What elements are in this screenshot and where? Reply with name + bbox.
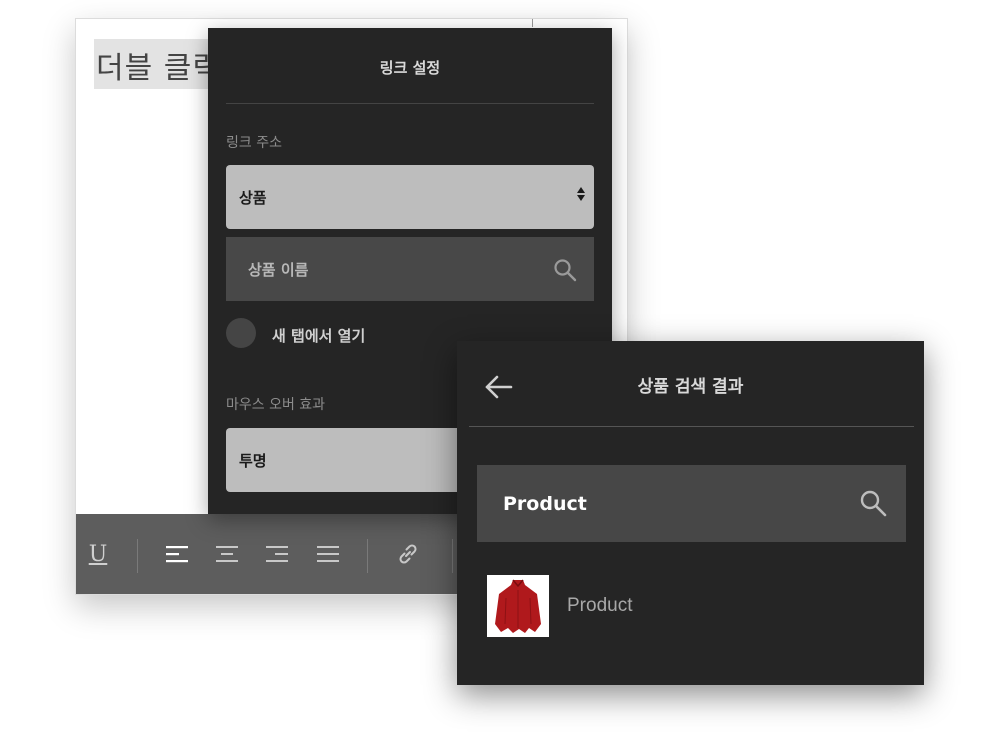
toolbar-divider — [137, 539, 138, 573]
link-type-select[interactable]: 상품 — [226, 165, 594, 229]
align-right-icon — [266, 546, 288, 562]
red-poncho-icon — [495, 579, 541, 633]
new-tab-toggle[interactable] — [226, 318, 256, 348]
results-divider — [469, 426, 914, 427]
new-tab-label: 새 탭에서 열기 — [272, 327, 366, 345]
link-icon — [399, 544, 417, 564]
align-justify-icon — [317, 546, 339, 562]
search-icon[interactable] — [552, 257, 578, 283]
list-item[interactable]: Product — [487, 575, 897, 637]
product-name-placeholder: 상품 이름 — [248, 260, 309, 279]
align-justify-button[interactable] — [314, 514, 342, 594]
hover-effect-label: 마우스 오버 효과 — [226, 397, 326, 413]
link-button[interactable] — [394, 514, 422, 594]
product-search-input[interactable]: Product — [477, 465, 906, 542]
align-center-button[interactable] — [213, 514, 241, 594]
hover-effect-value: 투명 — [239, 451, 267, 470]
toolbar-divider — [367, 539, 368, 573]
search-icon[interactable] — [858, 488, 888, 518]
panel-title: 링크 설정 — [379, 59, 441, 77]
underline-icon: U — [88, 541, 108, 567]
link-type-value: 상품 — [239, 188, 267, 207]
link-address-label: 링크 주소 — [226, 135, 282, 151]
select-arrows-icon — [577, 187, 585, 201]
product-name-search-input[interactable]: 상품 이름 — [226, 237, 594, 301]
align-right-button[interactable] — [263, 514, 291, 594]
panel-divider — [226, 103, 594, 104]
underline-button[interactable]: U — [84, 514, 112, 594]
result-name: Product — [567, 595, 633, 616]
align-center-icon — [216, 546, 238, 562]
editor-caret — [532, 19, 533, 27]
product-thumbnail — [487, 575, 549, 637]
align-left-button[interactable] — [163, 514, 191, 594]
search-query: Product — [503, 492, 587, 515]
align-left-icon — [166, 546, 188, 563]
results-title: 상품 검색 결과 — [637, 377, 744, 397]
toolbar-divider — [452, 539, 453, 573]
product-search-results-panel: 상품 검색 결과 Product Product — [457, 341, 924, 685]
